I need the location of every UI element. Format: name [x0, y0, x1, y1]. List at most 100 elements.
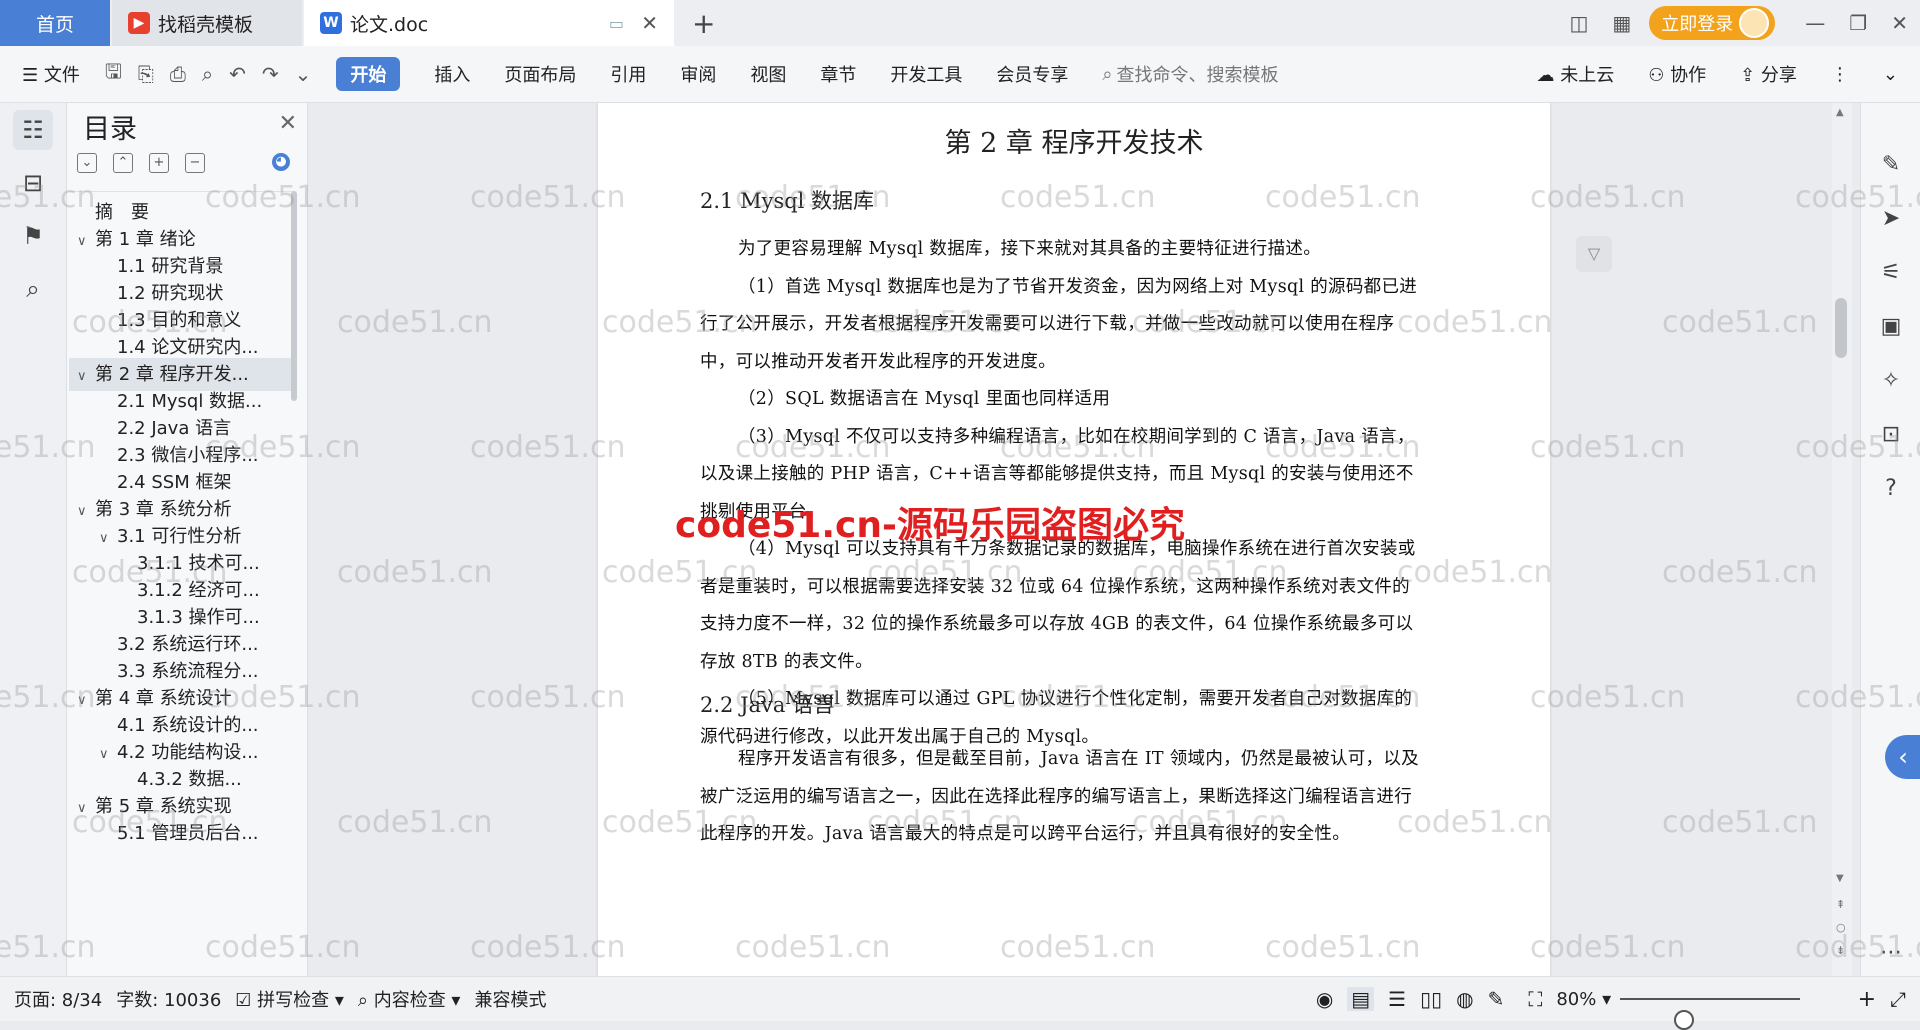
title-bar: 首页 ▶ 找稻壳模板 W 论文.doc ▭ ✕ + ◫ ▦ 立即登录 — ❐ ✕: [0, 0, 1920, 46]
right-side-panel: ✎ ➤ ⚟ ▣ ✧ ⊡ ? ‹ ⋯: [1860, 103, 1920, 976]
tab-document[interactable]: W 论文.doc ▭ ✕: [304, 0, 674, 46]
prev-page-icon[interactable]: ⇞: [1836, 898, 1845, 911]
scroll-up-icon[interactable]: ▲: [1836, 107, 1844, 118]
bookmark-icon[interactable]: ⚑: [13, 216, 53, 256]
more-icon[interactable]: ⋯: [1875, 937, 1907, 969]
close-icon[interactable]: ✕: [279, 111, 297, 136]
restore-icon[interactable]: ❐: [1849, 11, 1867, 35]
command-search[interactable]: ⌕ 查找命令、搜索模板: [1102, 61, 1278, 87]
toc-item-label: 3.1.3 操作可...: [137, 607, 260, 628]
image-tools-icon[interactable]: ▣: [1875, 311, 1907, 343]
body-paragraph: （2）SQL 数据语言在 Mysql 里面也同样适用: [738, 389, 1111, 409]
book-search-icon[interactable]: ⊡: [1875, 419, 1907, 451]
expand-up-icon[interactable]: ⌃: [113, 153, 133, 173]
new-tab-button[interactable]: +: [692, 0, 720, 46]
cloud-label: 未上云: [1560, 65, 1615, 86]
content-check-button[interactable]: ⌕ 内容检查 ▾: [358, 986, 461, 1012]
tab-page-layout[interactable]: 页面布局: [504, 61, 576, 87]
toc-item-label: 1.3 目的和意义: [117, 310, 242, 331]
search-placeholder: 查找命令、搜索模板: [1116, 65, 1279, 86]
zoom-slider[interactable]: [1620, 998, 1800, 1030]
expand-panel-button[interactable]: ‹: [1885, 735, 1920, 779]
cloud-status[interactable]: ☁ 未上云: [1537, 61, 1615, 87]
chapter-nav-icon[interactable]: ⊟: [13, 163, 53, 203]
more-quick-icon[interactable]: ⌄: [295, 62, 312, 86]
status-bar: 页面: 8/34 字数: 10036 ☑ 拼写检查 ▾ ⌕ 内容检查 ▾ 兼容模…: [0, 976, 1920, 1030]
close-tab-icon[interactable]: ✕: [641, 11, 658, 35]
zoom-level[interactable]: 80% ▾: [1556, 989, 1611, 1010]
collab-button[interactable]: ⚇ 协作: [1648, 61, 1706, 87]
write-mode-icon[interactable]: ✎: [1488, 987, 1505, 1011]
help-icon[interactable]: ?: [1875, 473, 1907, 505]
apps-grid-icon[interactable]: ▦: [1612, 11, 1631, 35]
login-button[interactable]: 立即登录: [1649, 6, 1776, 40]
collapse-ribbon-icon[interactable]: ⌄: [1883, 64, 1898, 85]
compass-icon[interactable]: ✧: [1875, 365, 1907, 397]
toc-item-label: 3.1.1 技术可...: [137, 553, 260, 574]
save-icon[interactable]: 🖫: [105, 57, 122, 91]
toc-item[interactable]: 5.1 管理员后台...: [69, 817, 295, 850]
reading-view-icon[interactable]: ▯▯: [1420, 987, 1442, 1011]
collapse-all-icon[interactable]: ⌄: [77, 153, 97, 173]
scroll-down-icon[interactable]: ▼: [1836, 873, 1844, 884]
tab-daoke-templates[interactable]: ▶ 找稻壳模板: [112, 0, 302, 46]
scroll-thumb[interactable]: [1835, 298, 1847, 358]
collab-label: 协作: [1670, 65, 1707, 86]
page-view-icon[interactable]: ▤: [1347, 987, 1375, 1011]
toc-item-label: 4.3.2 数据...: [137, 769, 242, 790]
spell-check-label: 拼写检查: [257, 990, 330, 1011]
pen-icon[interactable]: ✎: [1875, 149, 1907, 181]
eye-protect-icon[interactable]: ◉: [1316, 987, 1333, 1011]
redo-icon[interactable]: ↷: [262, 62, 279, 86]
spell-check-button[interactable]: ☑ 拼写检查 ▾: [235, 986, 344, 1012]
find-icon[interactable]: ⌕: [13, 269, 53, 309]
add-level-icon[interactable]: +: [149, 153, 169, 173]
pointer-icon[interactable]: ➤: [1875, 203, 1907, 235]
adjust-sliders-icon[interactable]: ⚟: [1875, 257, 1907, 289]
toc-item-label: 第 3 章 系统分析: [95, 499, 232, 520]
page-indicator[interactable]: 页面: 8/34: [14, 986, 102, 1012]
layout-icon[interactable]: ◫: [1569, 11, 1588, 35]
toc-item-label: 摘 要: [95, 202, 149, 223]
tab-view[interactable]: 视图: [750, 61, 786, 87]
tab-references[interactable]: 引用: [610, 61, 646, 87]
vertical-scrollbar[interactable]: ▲ ▼ ⇞ ○ ⇟: [1832, 103, 1852, 976]
filter-toggle-icon[interactable]: ▽: [1576, 236, 1612, 272]
daoke-logo-icon: ▶: [128, 12, 150, 34]
toc-scrollbar[interactable]: [291, 191, 297, 401]
web-view-icon[interactable]: ◍: [1456, 987, 1473, 1011]
toc-item-label: 1.4 论文研究内...: [117, 337, 259, 358]
tab-review[interactable]: 审阅: [680, 61, 716, 87]
word-count[interactable]: 字数: 10036: [116, 986, 221, 1012]
minimize-icon[interactable]: —: [1805, 11, 1825, 35]
share-button[interactable]: ⇪ 分享: [1740, 61, 1797, 87]
tab-chapter[interactable]: 章节: [820, 61, 856, 87]
file-menu[interactable]: ☰ 文件: [22, 61, 80, 87]
tab-start[interactable]: 开始: [336, 57, 401, 91]
print-icon[interactable]: ⎙: [170, 62, 186, 86]
tab-insert[interactable]: 插入: [434, 61, 470, 87]
fullscreen-icon[interactable]: ⤢: [1890, 987, 1906, 1011]
monitor-icon[interactable]: ▭: [609, 14, 624, 33]
page-select-icon[interactable]: ○: [1836, 921, 1846, 934]
ai-assistant-icon[interactable]: ◕: [272, 153, 290, 171]
toc-item-label: 5.1 管理员后台...: [117, 823, 259, 844]
tab-home[interactable]: 首页: [0, 0, 110, 46]
zoom-slider-knob[interactable]: [1674, 1010, 1694, 1030]
close-window-icon[interactable]: ✕: [1891, 11, 1908, 35]
tab-member[interactable]: 会员专享: [996, 61, 1068, 87]
fit-page-icon[interactable]: ⛶: [1528, 987, 1542, 1011]
wps-writer-icon: W: [320, 12, 342, 34]
more-options-icon[interactable]: ⋮: [1831, 64, 1849, 85]
export-icon[interactable]: ⎘: [138, 62, 154, 86]
toc-panel-icon[interactable]: ☷: [13, 110, 53, 150]
zoom-in-icon[interactable]: +: [1858, 987, 1876, 1012]
remove-level-icon[interactable]: −: [185, 153, 205, 173]
tab-developer[interactable]: 开发工具: [890, 61, 962, 87]
print-preview-icon[interactable]: ⌕: [202, 62, 213, 86]
red-watermark: code51.cn-源码乐园盗图必究: [675, 505, 1185, 546]
undo-icon[interactable]: ↶: [229, 62, 246, 86]
outline-view-icon[interactable]: ☰: [1388, 987, 1406, 1011]
content-check-label: 内容检查: [373, 990, 446, 1011]
next-page-icon[interactable]: ⇟: [1836, 944, 1845, 957]
